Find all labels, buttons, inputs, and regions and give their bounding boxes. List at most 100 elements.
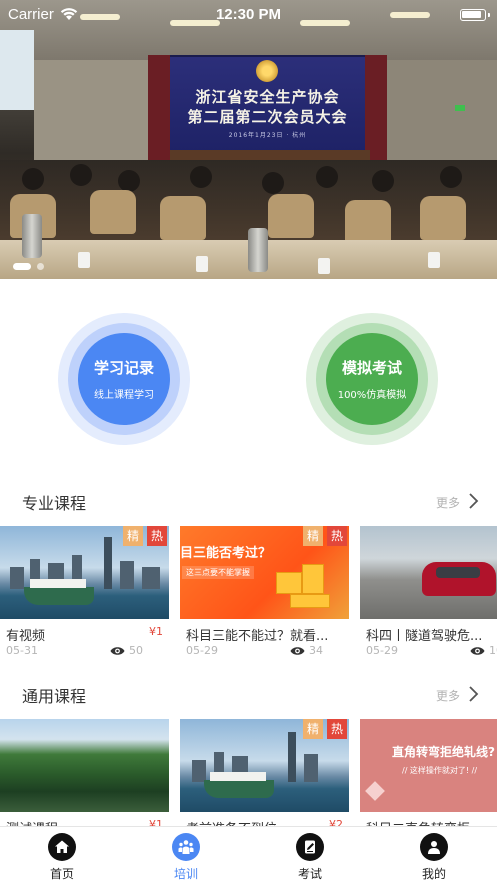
course-views: 50 <box>129 644 143 657</box>
ferry <box>204 772 274 798</box>
tab-label: 考试 <box>297 867 322 881</box>
course-card[interactable]: 目三能否考过？ 这三点要不能掌握 精 热 科目三能不能过？就看... 05-29… <box>180 526 349 666</box>
professional-courses-list[interactable]: 精 热 有视频 ¥1 05-31 50 目三能否考过？ 这三点要不能掌握 精 热… <box>0 526 497 666</box>
building <box>142 567 160 589</box>
course-thumbnail: 精 热 <box>180 719 349 812</box>
more-link[interactable]: 更多 <box>436 687 460 704</box>
tab-exam[interactable]: 考试 <box>265 833 355 883</box>
tab-label: 首页 <box>49 867 74 881</box>
professional-courses-header: 专业课程 更多 <box>0 490 497 514</box>
more-link[interactable]: 更多 <box>436 494 460 511</box>
attendee <box>22 168 44 190</box>
illustration-block <box>276 572 302 594</box>
building <box>192 760 206 782</box>
carousel-indicator <box>13 263 44 270</box>
tab-home[interactable]: 首页 <box>17 833 107 883</box>
thermos <box>248 228 268 272</box>
thumbnail-headline: 直角转弯拒绝轧线? <box>392 745 495 759</box>
study-records-button[interactable]: 学习记录 线上课程学习 <box>58 313 190 445</box>
course-thumbnail <box>360 526 497 619</box>
tab-profile[interactable]: 我的 <box>389 833 479 883</box>
cup <box>318 258 330 274</box>
course-views: 34 <box>309 644 323 657</box>
study-records-subtitle: 线上课程学习 <box>94 390 154 401</box>
chevron-right-icon[interactable] <box>466 492 480 510</box>
course-thumbnail: 目三能否考过？ 这三点要不能掌握 精 热 <box>180 526 349 619</box>
chevron-right-icon[interactable] <box>466 685 480 703</box>
backdrop-title-line1: 浙江省安全生产协会 <box>195 88 340 106</box>
illustration-block <box>290 594 330 608</box>
course-title: 有视频 <box>6 629 46 644</box>
chair <box>268 194 314 238</box>
exam-core: 模拟考试 100%仿真模拟 <box>326 333 418 425</box>
ferry <box>24 579 94 605</box>
building <box>288 732 296 782</box>
course-thumbnail: 直角转弯拒绝轧线? // 这样操作就对了! // <box>360 719 497 812</box>
chair <box>160 196 206 240</box>
course-price: ¥1 <box>149 625 163 638</box>
cup <box>78 252 90 268</box>
thumbnail-headline: 目三能否考过？ <box>180 546 272 561</box>
profile-icon <box>420 833 448 861</box>
attendee <box>190 166 212 188</box>
taxi <box>422 562 496 596</box>
course-thumbnail <box>0 719 169 812</box>
status-bar: Carrier 12:30 PM <box>0 0 497 30</box>
attendee <box>118 170 140 192</box>
thumbnail-subline: // 这样操作就对了! // <box>402 766 478 775</box>
cup <box>196 256 208 272</box>
study-core: 学习记录 线上课程学习 <box>78 333 170 425</box>
featured-badge: 精 <box>303 526 323 546</box>
tab-label: 我的 <box>421 867 446 881</box>
eye-icon <box>470 647 485 655</box>
featured-badge: 精 <box>303 719 323 739</box>
tab-label: 培训 <box>173 867 198 881</box>
exam-icon <box>296 833 324 861</box>
exam-ring: 模拟考试 100%仿真模拟 <box>316 323 428 435</box>
carousel-dot-active[interactable] <box>13 263 31 270</box>
hot-badge: 热 <box>327 719 347 739</box>
building <box>304 754 318 782</box>
course-date: 05-31 <box>6 644 38 657</box>
featured-badge: 精 <box>123 526 143 546</box>
decoration <box>365 781 385 801</box>
exit-sign <box>455 105 465 111</box>
carousel-dot[interactable] <box>37 263 44 270</box>
thermos <box>22 214 42 258</box>
cup <box>428 252 440 268</box>
attendee <box>316 166 338 188</box>
chair <box>345 200 391 244</box>
bottom-tab-bar: 首页 培训 考试 我的 <box>0 826 497 883</box>
mock-exam-subtitle: 100%仿真模拟 <box>337 390 407 401</box>
course-card[interactable]: 精 热 有视频 ¥1 05-31 50 <box>0 526 169 666</box>
hot-badge: 热 <box>327 526 347 546</box>
thumbnail-subline: 这三点要不能掌握 <box>182 566 254 579</box>
training-icon <box>172 833 200 861</box>
mock-exam-title: 模拟考试 <box>341 359 402 377</box>
mock-exam-button[interactable]: 模拟考试 100%仿真模拟 <box>306 313 438 445</box>
building <box>104 537 112 589</box>
tab-training[interactable]: 培训 <box>141 833 231 883</box>
banner-wall <box>385 60 497 170</box>
general-courses-header: 通用课程 更多 <box>0 683 497 707</box>
study-records-title: 学习记录 <box>93 359 154 377</box>
emblem-icon <box>256 60 278 82</box>
course-title: 科四丨隧道驾驶危... <box>366 629 483 644</box>
backdrop-title-line2: 第二届第二次会员大会 <box>187 108 348 126</box>
course-date: 05-29 <box>186 644 218 657</box>
course-thumbnail: 精 热 <box>0 526 169 619</box>
course-date: 05-29 <box>366 644 398 657</box>
attendee <box>440 166 462 188</box>
chair <box>420 196 466 240</box>
section-title: 通用课程 <box>22 687 87 706</box>
banner-carousel[interactable]: 浙江省安全生产协会 第二届第二次会员大会 2016年1月23日 · 杭州 <box>0 0 497 279</box>
hot-badge: 热 <box>147 526 167 546</box>
attendee <box>70 164 92 186</box>
projection-screen <box>0 30 34 110</box>
study-ring: 学习记录 线上课程学习 <box>68 323 180 435</box>
backdrop-date: 2016年1月23日 · 杭州 <box>228 132 307 139</box>
eye-icon <box>290 647 305 655</box>
battery-icon <box>460 9 490 21</box>
clock: 12:30 PM <box>215 6 282 23</box>
course-card[interactable]: 科四丨隧道驾驶危... 05-29 10 <box>360 526 497 666</box>
